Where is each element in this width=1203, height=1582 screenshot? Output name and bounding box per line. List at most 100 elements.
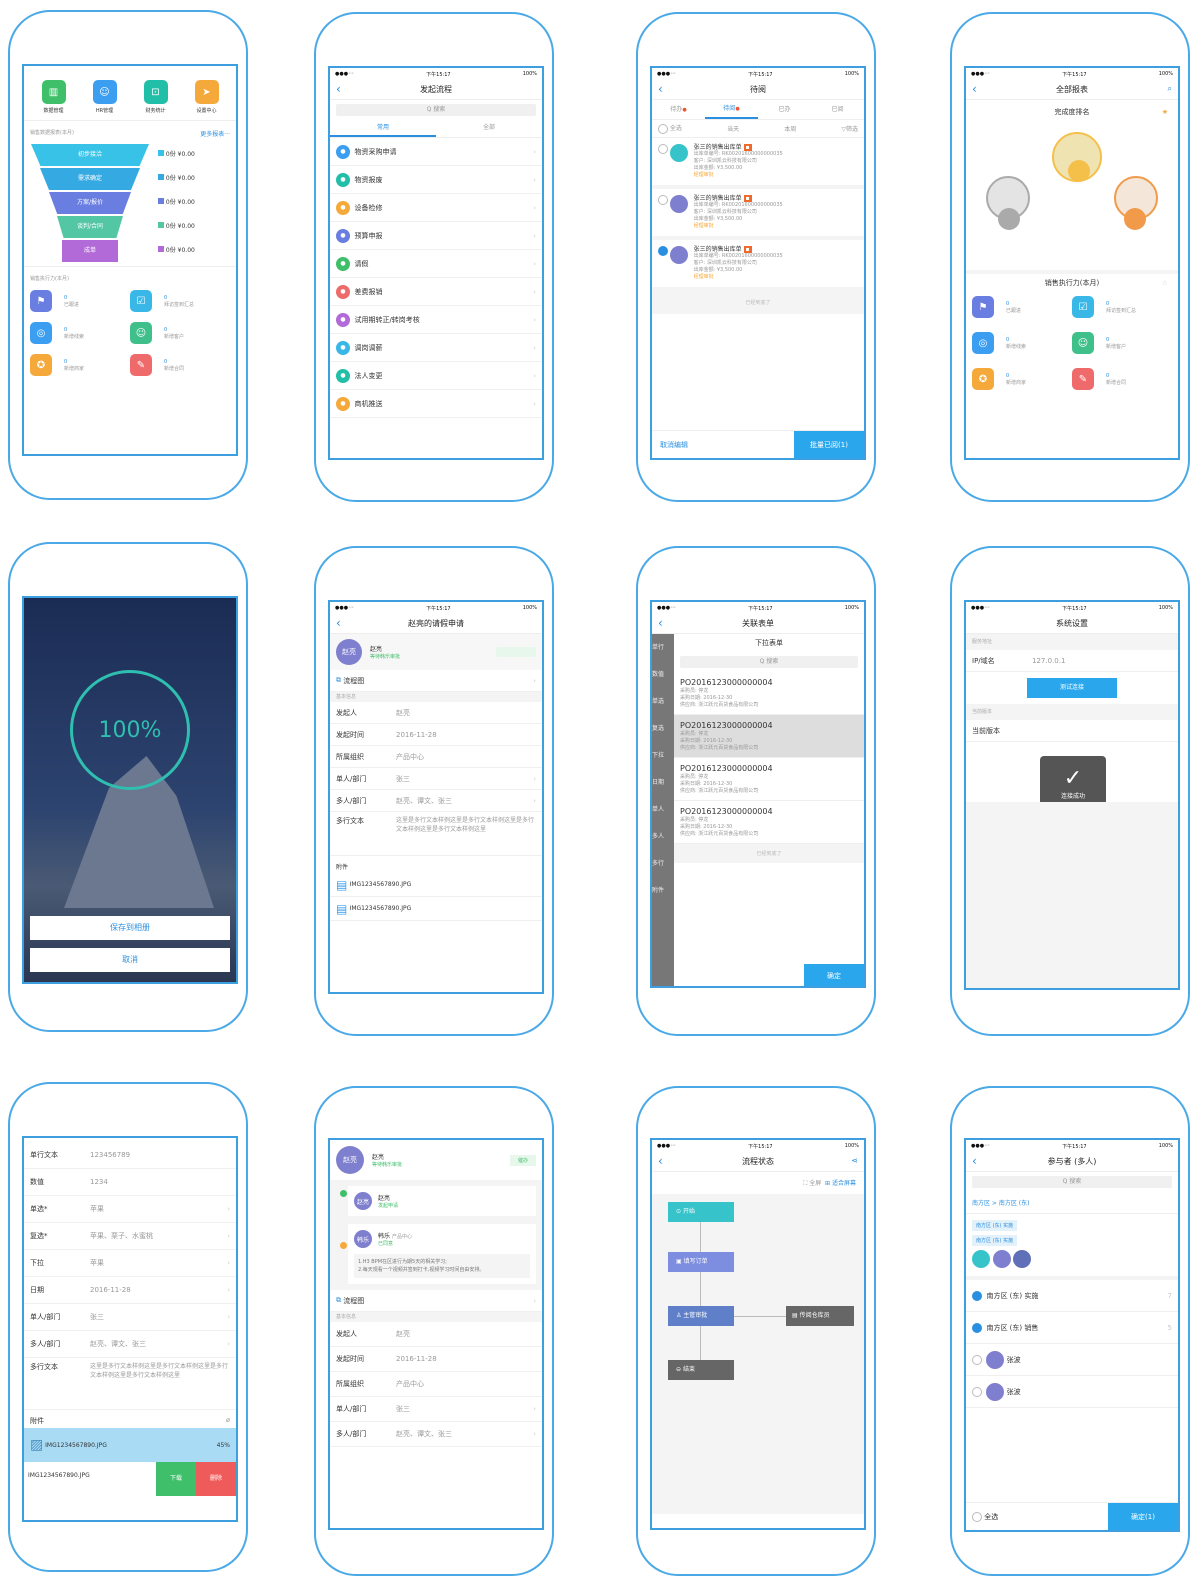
share-icon[interactable]: ⋖	[851, 1156, 858, 1165]
exec-customer[interactable]: ☺ 0 新增客户	[1072, 332, 1172, 354]
confirm-button[interactable]: 确定	[804, 964, 864, 986]
process-item[interactable]: ● 物资报废 ›	[330, 166, 542, 194]
detail-row[interactable]: 单人/部门 张三 ›	[330, 1397, 542, 1422]
exec-merchant[interactable]: ✪ 0 新增商家	[30, 354, 130, 376]
fit-screen-button[interactable]: ⊞ 适合屏幕	[825, 1180, 856, 1187]
process-item[interactable]: ● 物资采购申请 ›	[330, 138, 542, 166]
breadcrumb[interactable]: 南方区 > 南方区 (东)	[966, 1192, 1178, 1214]
exec-contract[interactable]: ✎ 0 新增合同	[1072, 368, 1172, 390]
po-item[interactable]: PO2016123000000004 采购员: 停龙 采购日期: 2016-12-3…	[674, 672, 864, 715]
process-item[interactable]: ● 试用期转正/转岗考核 ›	[330, 306, 542, 334]
process-item[interactable]: ● 设备检修 ›	[330, 194, 542, 222]
test-connection-button[interactable]: 测试连接	[1027, 678, 1117, 698]
checkbox[interactable]	[658, 195, 668, 205]
exec-lead[interactable]: ◎ 0 新增线索	[972, 332, 1072, 354]
back-icon[interactable]: ‹	[336, 83, 341, 95]
app-finance[interactable]: ⊡ 财务统计	[143, 80, 168, 114]
delete-button[interactable]: 删除	[196, 1462, 236, 1496]
urge-button[interactable]: 催办	[509, 1154, 536, 1166]
checkbox[interactable]	[658, 144, 668, 154]
fullscreen-button[interactable]: ⛶ 全屏	[803, 1180, 821, 1187]
node-manager-approve[interactable]: ♙ 主管审批	[668, 1306, 734, 1326]
checkbox[interactable]	[972, 1386, 982, 1397]
tab-common[interactable]: 常用	[330, 120, 436, 137]
form-row[interactable]: 单人/部门 张三 ›	[24, 1304, 236, 1331]
search-icon[interactable]: ⌕	[1168, 84, 1172, 94]
participant-item[interactable]: 张波	[966, 1344, 1178, 1376]
exec-customer[interactable]: ☺ 0 新增客户	[130, 322, 230, 344]
exec-contract[interactable]: ✎ 0 新增合同	[130, 354, 230, 376]
ip-input[interactable]: 127.0.0.1	[1032, 657, 1172, 665]
attachment-item[interactable]: ▤ IMG1234567890.JPG	[330, 897, 542, 921]
search-input[interactable]: Q 搜索	[972, 1176, 1172, 1188]
read-item[interactable]: 张三的销售出库单 ▪ 出库单编号: RK00201600000000035 客户: …	[652, 138, 864, 189]
attachment-item[interactable]: ▤ IMG1234567890.JPG	[330, 873, 542, 897]
avatar[interactable]	[992, 1250, 1011, 1268]
app-hr[interactable]: ☺ HR管理	[92, 80, 117, 114]
more-reports-link[interactable]: 更多报表···	[200, 129, 230, 138]
search-input[interactable]: Q 搜索	[336, 104, 536, 116]
participant-item[interactable]: 张波	[966, 1376, 1178, 1408]
checkbox[interactable]	[972, 1322, 982, 1333]
flowchart-row[interactable]: ⧉ 流程图 ›	[330, 670, 542, 692]
back-icon[interactable]: ‹	[336, 617, 341, 629]
tab-todo[interactable]: 待办●	[652, 100, 705, 119]
checkbox[interactable]	[972, 1354, 982, 1365]
participant-item[interactable]: 南方区 (东) 实施 7	[966, 1280, 1178, 1312]
checkbox[interactable]	[972, 1512, 982, 1522]
process-item[interactable]: ● 请假 ›	[330, 250, 542, 278]
checkbox[interactable]	[658, 246, 668, 256]
node-end[interactable]: ⊖ 结束	[668, 1360, 734, 1380]
process-item[interactable]: ● 调岗调薪 ›	[330, 334, 542, 362]
app-settings[interactable]: ➤ 设置中心	[194, 80, 219, 114]
flowchart-row[interactable]: ⧉ 流程图 ›	[330, 1290, 542, 1312]
form-row[interactable]: 复选* 苹果、栗子、水蜜桃 ›	[24, 1223, 236, 1250]
exec-followup[interactable]: ⚑ 0 已跟进	[972, 296, 1072, 318]
process-item[interactable]: ● 商机推送 ›	[330, 390, 542, 418]
filter-week[interactable]: 本周	[784, 124, 796, 133]
po-item[interactable]: PO2016123000000004 采购员: 停龙 采购日期: 2016-12-3…	[674, 801, 864, 844]
exec-followup[interactable]: ⚑ 0 已跟进	[30, 290, 130, 312]
filter-today[interactable]: 当天	[727, 124, 739, 133]
checkbox[interactable]	[658, 123, 668, 134]
back-icon[interactable]: ‹	[658, 617, 663, 629]
detail-row[interactable]: 多人/部门 赵亮、谭文、张三 ›	[330, 1422, 542, 1447]
tab-toread[interactable]: 待阅●	[705, 100, 758, 119]
cancel-button[interactable]: 取消	[30, 948, 230, 972]
exec-lead[interactable]: ◎ 0 新增线索	[30, 322, 130, 344]
search-input[interactable]: Q 搜索	[680, 656, 858, 668]
detail-row[interactable]: 单人/部门 张三 ›	[330, 768, 542, 790]
tab-all[interactable]: 全部	[436, 120, 542, 137]
form-row[interactable]: 日期 2016-11-28 ›	[24, 1277, 236, 1304]
read-item[interactable]: 张三的销售出库单 ▪ 出库单编号: RK00201600000000035 客户: …	[652, 240, 864, 291]
form-row[interactable]: 单选* 苹果 ›	[24, 1196, 236, 1223]
filter-button[interactable]: ▽筛选	[841, 124, 858, 133]
node-start[interactable]: ⊙ 开始	[668, 1202, 734, 1222]
app-data[interactable]: ▥ 数据管理	[41, 80, 66, 114]
batch-read-button[interactable]: 批量已阅(1)	[794, 431, 864, 458]
po-item[interactable]: PO2016123000000004 采购员: 停龙 采购日期: 2016-12-3…	[674, 715, 864, 758]
selected-tag[interactable]: 南方区 (东) 实施	[972, 1235, 1018, 1246]
confirm-button[interactable]: 确定(1)	[1108, 1503, 1178, 1530]
exec-checkin[interactable]: ☑ 0 拜访签到汇总	[1072, 296, 1172, 318]
detail-row[interactable]: 多人/部门 赵亮、谭文、张三 ›	[330, 790, 542, 812]
po-item[interactable]: PO2016123000000004 采购员: 停龙 采购日期: 2016-12-3…	[674, 758, 864, 801]
star-icon[interactable]: ★	[1162, 104, 1168, 120]
select-all[interactable]: 全选	[966, 1503, 1108, 1530]
participant-item[interactable]: 南方区 (东) 销售 5	[966, 1312, 1178, 1344]
exec-merchant[interactable]: ✪ 0 新增商家	[972, 368, 1072, 390]
process-item[interactable]: ● 差费报销 ›	[330, 278, 542, 306]
process-item[interactable]: ● 法人变更 ›	[330, 362, 542, 390]
save-to-album-button[interactable]: 保存到相册	[30, 916, 230, 940]
process-item[interactable]: ● 预算申报 ›	[330, 222, 542, 250]
back-icon[interactable]: ‹	[658, 1155, 663, 1167]
form-row[interactable]: 多人/部门 赵亮、谭文、张三 ›	[24, 1331, 236, 1358]
read-item[interactable]: 张三的销售出库单 ▪ 出库单编号: RK00201600000000035 客户: …	[652, 189, 864, 240]
select-all[interactable]: 全选	[658, 123, 682, 134]
back-icon[interactable]: ‹	[972, 83, 977, 95]
node-circulate[interactable]: ▤ 传阅仓库员	[786, 1306, 854, 1326]
avatar[interactable]	[1013, 1250, 1032, 1268]
node-fill-order[interactable]: ▣ 填写订单	[668, 1252, 734, 1272]
avatar[interactable]	[972, 1250, 990, 1268]
back-icon[interactable]: ‹	[658, 83, 663, 95]
